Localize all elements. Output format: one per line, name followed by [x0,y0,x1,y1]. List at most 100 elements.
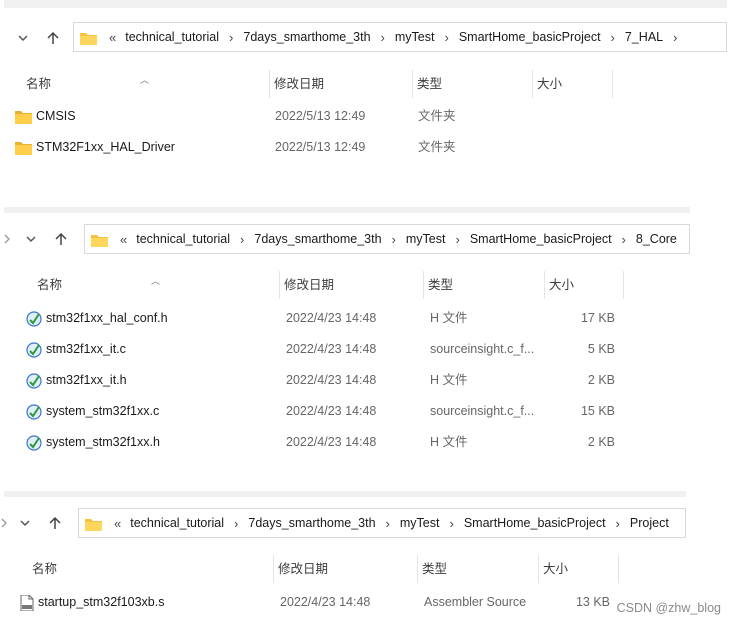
list-item[interactable]: stm32f1xx_it.h 2022/4/23 14:48 H 文件 2 KB [4,367,690,393]
file-date: 2022/4/23 14:48 [286,435,377,449]
column-header-name[interactable]: ︿ 名称 [4,271,280,299]
breadcrumb-item[interactable]: myTest [403,232,449,246]
breadcrumb-item[interactable]: 7_HAL [622,30,666,44]
breadcrumb-item[interactable]: technical_tutorial [127,516,227,530]
column-header-size[interactable]: 大小 [533,70,613,98]
file-type: H 文件 [430,373,468,387]
folder-icon [15,110,32,124]
list-item[interactable]: stm32f1xx_it.c 2022/4/23 14:48 sourceins… [4,336,690,362]
breadcrumb-item[interactable]: myTest [392,30,438,44]
file-date: 2022/4/23 14:48 [286,342,377,356]
explorer-panel-8-core: « technical_tutorial › 7days_smarthome_3t… [4,213,690,463]
folder-icon [85,517,102,531]
panel-1-top-strip [4,0,727,8]
file-type: sourceinsight.c_f... [430,404,535,418]
breadcrumb-item[interactable]: 8_Core [633,232,680,246]
breadcrumb-item[interactable]: 7days_smarthome_3th [240,30,373,44]
file-date: 2022/5/13 12:49 [275,109,366,123]
column-header-type[interactable]: 类型 [418,555,539,583]
breadcrumb-item[interactable]: technical_tutorial [122,30,222,44]
file-type: H 文件 [430,311,468,325]
breadcrumb-item[interactable]: technical_tutorial [133,232,233,246]
sort-ascending-icon: ︿ [151,276,161,286]
explorer-panel-project: « technical_tutorial › 7days_smarthome_3t… [1,497,686,623]
file-type: H 文件 [430,435,468,449]
file-name: CMSIS [36,109,76,123]
sourceinsight-file-icon [26,311,42,327]
column-headers: ︿ 名称 修改日期 类型 大小 [4,70,727,98]
file-size: 2 KB [587,435,615,449]
watermark-text: CSDN @zhw_blog [616,601,721,615]
file-type: 文件夹 [418,140,456,154]
folder-icon [15,141,32,155]
column-header-size[interactable]: 大小 [545,271,624,299]
address-bar[interactable]: « technical_tutorial › 7days_smarthome_3t… [78,508,686,538]
file-name: startup_stm32f103xb.s [38,595,165,609]
column-headers: ︿ 名称 修改日期 类型 大小 [4,271,690,299]
list-item[interactable]: CMSIS 2022/5/13 12:49 文件夹 [4,103,727,129]
address-bar[interactable]: « technical_tutorial › 7days_smarthome_3t… [84,224,690,254]
list-item[interactable]: STM32F1xx_HAL_Driver 2022/5/13 12:49 文件夹 [4,134,727,160]
column-header-size[interactable]: 大小 [539,555,619,583]
breadcrumb-item[interactable]: 7days_smarthome_3th [251,232,384,246]
chevron-down-icon[interactable] [10,508,40,538]
breadcrumb-item[interactable]: SmartHome_basicProject [456,30,604,44]
file-date: 2022/5/13 12:49 [275,140,366,154]
column-header-date[interactable]: 修改日期 [274,555,418,583]
forward-arrow-icon[interactable] [0,508,10,538]
file-size: 13 KB [575,595,610,609]
breadcrumb-item[interactable]: SmartHome_basicProject [467,232,615,246]
list-item[interactable]: system_stm32f1xx.c 2022/4/23 14:48 sourc… [4,398,690,424]
file-date: 2022/4/23 14:48 [286,404,377,418]
list-item[interactable]: system_stm32f1xx.h 2022/4/23 14:48 H 文件 … [4,429,690,455]
sourceinsight-file-icon [26,435,42,451]
list-item[interactable]: startup_stm32f103xb.s 2022/4/23 14:48 As… [4,589,686,615]
breadcrumb-item[interactable]: 7days_smarthome_3th [245,516,378,530]
breadcrumb-item[interactable]: myTest [397,516,443,530]
file-type: Assembler Source [424,595,527,609]
forward-arrow-icon[interactable] [0,224,16,254]
file-date: 2022/4/23 14:48 [286,373,377,387]
address-bar[interactable]: « technical_tutorial › 7days_smarthome_3t… [73,22,727,52]
file-name: stm32f1xx_it.c [46,342,126,356]
overflow-chevrons[interactable]: « [103,30,122,45]
folder-icon [80,31,97,45]
column-header-date[interactable]: 修改日期 [270,70,413,98]
up-arrow-icon[interactable] [38,23,68,53]
sort-ascending-icon: ︿ [140,75,150,85]
asm-file-icon [20,594,34,611]
column-header-type[interactable]: 类型 [424,271,545,299]
up-arrow-icon[interactable] [40,508,70,538]
sourceinsight-file-icon [26,342,42,358]
overflow-chevrons[interactable]: « [108,516,127,531]
column-header-date[interactable]: 修改日期 [280,271,424,299]
file-name: system_stm32f1xx.c [46,404,160,418]
file-name: stm32f1xx_it.h [46,373,127,387]
file-type: sourceinsight.c_f... [430,342,535,356]
column-headers: 名称 修改日期 类型 大小 [4,555,686,583]
chevron-down-icon[interactable] [16,224,46,254]
explorer-panel-7-hal: « technical_tutorial › 7days_smarthome_3t… [4,8,727,163]
file-size: 5 KB [587,342,615,356]
file-date: 2022/4/23 14:48 [286,311,377,325]
breadcrumb-item[interactable]: SmartHome_basicProject [461,516,609,530]
list-item[interactable]: stm32f1xx_hal_conf.h 2022/4/23 14:48 H 文… [4,305,690,331]
overflow-chevrons[interactable]: « [114,232,133,247]
file-name: stm32f1xx_hal_conf.h [46,311,168,325]
file-name: STM32F1xx_HAL_Driver [36,140,175,154]
column-header-name[interactable]: 名称 [4,555,274,583]
file-size: 17 KB [580,311,615,325]
up-arrow-icon[interactable] [46,224,76,254]
folder-icon [91,233,108,247]
file-size: 2 KB [587,373,615,387]
chevron-down-icon[interactable] [8,23,38,53]
column-header-type[interactable]: 类型 [413,70,533,98]
file-size: 15 KB [580,404,615,418]
file-type: 文件夹 [418,109,456,123]
file-name: system_stm32f1xx.h [46,435,160,449]
sourceinsight-file-icon [26,404,42,420]
file-date: 2022/4/23 14:48 [280,595,371,609]
breadcrumb-item[interactable]: Project [627,516,672,530]
column-header-name[interactable]: ︿ 名称 [4,70,270,98]
sourceinsight-file-icon [26,373,42,389]
